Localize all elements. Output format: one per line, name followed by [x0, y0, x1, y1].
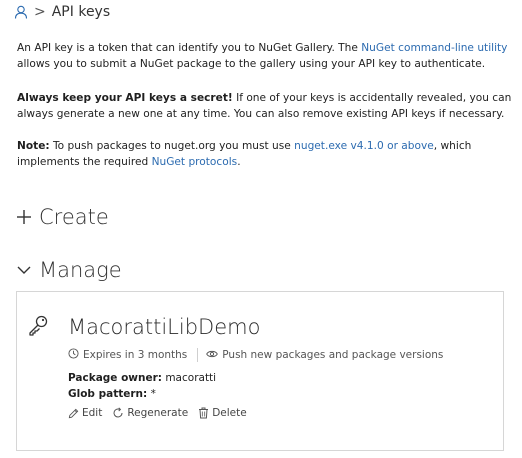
- edit-button[interactable]: Edit: [68, 407, 102, 419]
- package-owner-label: Package owner:: [68, 372, 162, 384]
- chevron-down-icon: [15, 261, 33, 279]
- key-icon: [27, 314, 49, 340]
- intro-paragraph: An API key is a token that can identify …: [17, 42, 508, 70]
- create-section-label: Create: [39, 205, 109, 229]
- glob-pattern-label: Glob pattern:: [68, 388, 148, 400]
- expiration-info: Expires in 3 months: [68, 348, 187, 362]
- meta-divider: [197, 348, 199, 362]
- manage-section-toggle[interactable]: Manage: [15, 258, 122, 282]
- delete-label: Delete: [212, 407, 247, 419]
- api-key-actions: Edit Regenerate Delete: [68, 407, 247, 419]
- package-owner-row: Package owner: macoratti: [68, 372, 216, 384]
- nuget-cli-link[interactable]: NuGet command-line utility: [361, 42, 507, 54]
- plus-icon: [15, 208, 33, 226]
- create-section-toggle[interactable]: Create: [15, 205, 109, 229]
- api-key-card: MacorattiLibDemo Expires in 3 months Pus…: [16, 291, 504, 451]
- breadcrumb: > API keys: [14, 4, 110, 20]
- breadcrumb-current-page: API keys: [51, 4, 111, 20]
- note-paragraph: Note: To push packages to nuget.org you …: [17, 140, 472, 168]
- expiration-text: Expires in 3 months: [83, 349, 188, 361]
- regenerate-button[interactable]: Regenerate: [112, 407, 188, 419]
- glob-pattern-row: Glob pattern: *: [68, 388, 156, 400]
- regenerate-label: Regenerate: [127, 407, 189, 419]
- refresh-icon: [112, 407, 124, 419]
- secret-warning-paragraph: Always keep your API keys a secret! If o…: [17, 92, 512, 120]
- scope-text: Push new packages and package versions: [222, 349, 444, 361]
- clock-icon: [68, 348, 79, 362]
- manage-section-label: Manage: [39, 258, 122, 282]
- scope-info: Push new packages and package versions: [206, 349, 443, 362]
- eye-icon: [206, 349, 219, 362]
- secret-warning-bold: Always keep your API keys a secret!: [17, 92, 233, 104]
- api-key-meta: Expires in 3 months Push new packages an…: [68, 348, 443, 362]
- package-owner-value: macoratti: [165, 372, 217, 384]
- trash-icon: [198, 407, 209, 419]
- nuget-exe-link[interactable]: nuget.exe v4.1.0 or above: [294, 140, 434, 152]
- delete-button[interactable]: Delete: [198, 407, 247, 419]
- edit-label: Edit: [82, 407, 103, 419]
- api-key-name: MacorattiLibDemo: [68, 315, 261, 339]
- user-icon[interactable]: [14, 5, 28, 19]
- glob-pattern-value: *: [150, 388, 156, 400]
- note-label: Note:: [17, 140, 50, 152]
- pencil-icon: [68, 408, 79, 419]
- nuget-protocols-link[interactable]: NuGet protocols: [152, 156, 238, 168]
- breadcrumb-separator: >: [34, 4, 46, 20]
